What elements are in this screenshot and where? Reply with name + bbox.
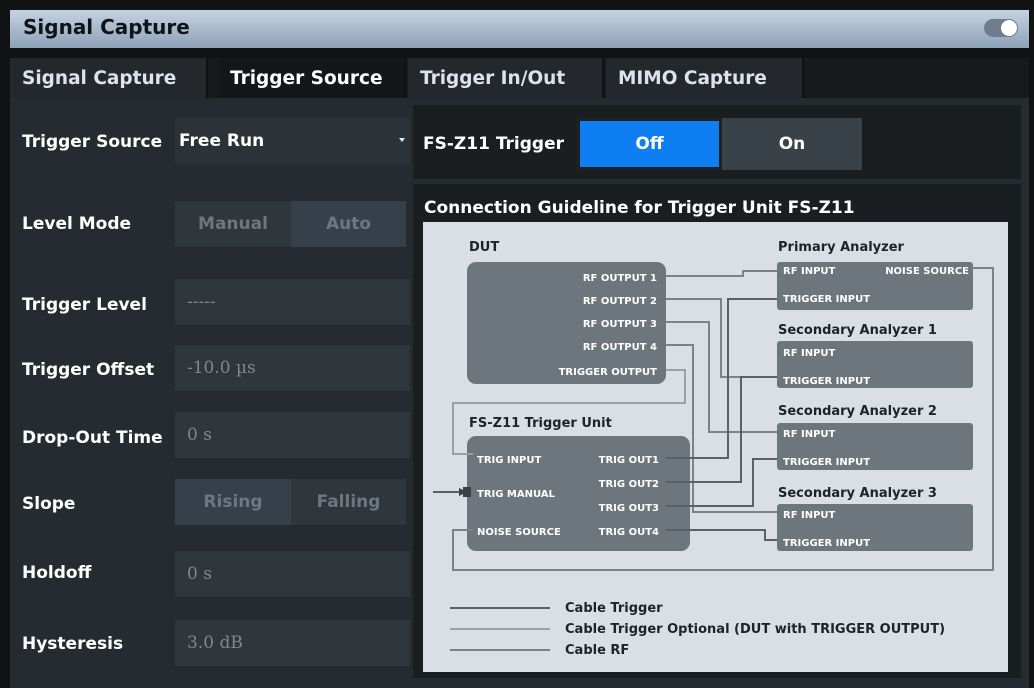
dut-port-rf-output-4: RF OUTPUT 4: [583, 342, 657, 353]
title-bar: Signal Capture: [10, 10, 1029, 48]
tu-port-trig-out2: TRIG OUT2: [599, 479, 659, 490]
secondary-analyzer-2-title: Secondary Analyzer 2: [778, 404, 937, 419]
trigger-offset-label: Trigger Offset: [22, 360, 155, 380]
tu-port-trig-out4: TRIG OUT4: [599, 527, 659, 538]
tu-port-trig-out1: TRIG OUT1: [599, 455, 659, 466]
sa3-port-trigger-input: TRIGGER INPUT: [783, 538, 870, 549]
holdoff-label: Holdoff: [22, 563, 92, 583]
tab-trigger-in-out[interactable]: Trigger In/Out: [408, 58, 604, 98]
trigger-source-dropdown[interactable]: Free Run: [175, 118, 410, 164]
trigger-level-field[interactable]: -----: [175, 279, 410, 325]
trigger-source-value: Free Run: [179, 131, 265, 151]
tu-port-noise-source: NOISE SOURCE: [477, 527, 561, 538]
tab-mimo-capture[interactable]: MIMO Capture: [606, 58, 804, 98]
tab-signal-capture[interactable]: Signal Capture: [10, 58, 208, 98]
sa1-port-rf-input: RF INPUT: [783, 348, 836, 359]
legend-cable-trigger-optional: Cable Trigger Optional (DUT with TRIGGER…: [565, 622, 945, 637]
dut-title: DUT: [469, 240, 499, 255]
tab-bar: Signal Capture Trigger Source Trigger In…: [10, 58, 1029, 98]
trig-manual-connector: [463, 487, 471, 497]
dut-port-rf-output-3: RF OUTPUT 3: [583, 319, 657, 330]
slope-label: Slope: [22, 494, 76, 514]
trigger-unit-title: FS-Z11 Trigger Unit: [469, 416, 612, 431]
holdoff-field[interactable]: 0 s: [175, 551, 410, 597]
connection-diagram: DUT FS-Z11 Trigger Unit Primary Analyzer…: [423, 222, 1008, 672]
view-toggle[interactable]: [984, 19, 1018, 37]
fsz11-on-button[interactable]: On: [722, 118, 862, 170]
sa2-port-rf-input: RF INPUT: [783, 429, 836, 440]
dropout-time-label: Drop-Out Time: [22, 428, 163, 448]
dut-port-rf-output-2: RF OUTPUT 2: [583, 296, 657, 307]
dut-port-rf-output-1: RF OUTPUT 1: [583, 273, 657, 284]
trigger-source-label: Trigger Source: [22, 132, 163, 152]
pa-port-rf-input: RF INPUT: [783, 266, 836, 277]
level-mode-manual-button[interactable]: Manual: [175, 201, 291, 247]
tab-trigger-source[interactable]: Trigger Source: [218, 58, 406, 98]
trigger-offset-field[interactable]: -10.0 µs: [175, 345, 410, 391]
secondary-analyzer-3-title: Secondary Analyzer 3: [778, 486, 937, 501]
hysteresis-label: Hysteresis: [22, 634, 124, 654]
level-mode-label: Level Mode: [22, 214, 132, 234]
connection-guideline-title: Connection Guideline for Trigger Unit FS…: [424, 198, 855, 218]
toggle-knob: [1001, 20, 1017, 36]
dut-port-trigger-output: TRIGGER OUTPUT: [559, 367, 658, 378]
dropout-time-field[interactable]: 0 s: [175, 412, 410, 458]
window-title: Signal Capture: [23, 15, 190, 39]
tu-port-trig-out3: TRIG OUT3: [599, 503, 659, 514]
sa3-port-rf-input: RF INPUT: [783, 510, 836, 521]
slope-rising-button[interactable]: Rising: [175, 479, 291, 525]
sa1-port-trigger-input: TRIGGER INPUT: [783, 376, 870, 387]
slope-falling-button[interactable]: Falling: [291, 479, 406, 525]
secondary-analyzer-1-title: Secondary Analyzer 1: [778, 323, 937, 338]
primary-analyzer-title: Primary Analyzer: [778, 240, 905, 255]
tu-port-trig-input: TRIG INPUT: [477, 455, 541, 466]
legend-cable-trigger: Cable Trigger: [565, 601, 663, 616]
hysteresis-field[interactable]: 3.0 dB: [175, 620, 410, 666]
level-mode-auto-button[interactable]: Auto: [291, 201, 406, 247]
fsz11-off-button[interactable]: Off: [577, 118, 722, 170]
sa2-port-trigger-input: TRIGGER INPUT: [783, 457, 870, 468]
tu-port-trig-manual: TRIG MANUAL: [477, 489, 556, 500]
fsz11-trigger-label: FS-Z11 Trigger: [423, 134, 565, 154]
pa-port-trigger-input: TRIGGER INPUT: [783, 294, 870, 305]
chevron-down-icon: [399, 138, 405, 142]
legend-cable-rf: Cable RF: [565, 643, 629, 658]
trigger-level-label: Trigger Level: [22, 295, 147, 315]
pa-port-noise-source: NOISE SOURCE: [885, 266, 969, 277]
